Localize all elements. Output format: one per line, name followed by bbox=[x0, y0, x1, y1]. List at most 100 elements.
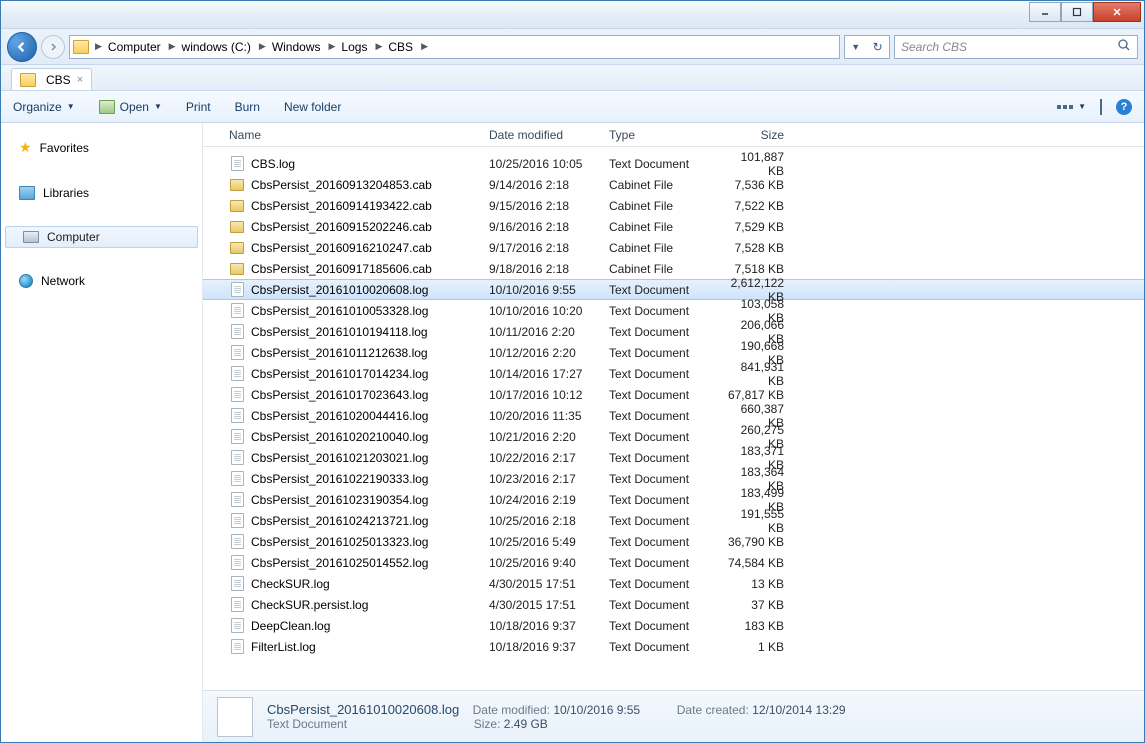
search-icon[interactable] bbox=[1117, 38, 1131, 55]
close-button[interactable] bbox=[1093, 2, 1141, 22]
file-list: CBS.log10/25/2016 10:05Text Document101,… bbox=[203, 147, 1144, 690]
file-date: 10/18/2016 9:37 bbox=[481, 640, 601, 654]
file-row[interactable]: CbsPersist_20161010194118.log10/11/2016 … bbox=[203, 321, 1144, 342]
help-button[interactable]: ? bbox=[1116, 99, 1132, 115]
file-row[interactable]: FilterList.log10/18/2016 9:37Text Docume… bbox=[203, 636, 1144, 657]
file-row[interactable]: CbsPersist_20161017023643.log10/17/2016 … bbox=[203, 384, 1144, 405]
file-size: 36,790 KB bbox=[717, 535, 792, 549]
titlebar[interactable] bbox=[1, 1, 1144, 29]
file-row[interactable]: CbsPersist_20161024213721.log10/25/2016 … bbox=[203, 510, 1144, 531]
file-row[interactable]: CbsPersist_20161022190333.log10/23/2016 … bbox=[203, 468, 1144, 489]
breadcrumb-segment[interactable]: windows (C:) bbox=[178, 36, 257, 58]
text-file-icon bbox=[229, 156, 245, 172]
nav-libraries[interactable]: Libraries bbox=[5, 182, 198, 204]
nav-favorites[interactable]: ★ Favorites bbox=[5, 135, 198, 160]
chevron-right-icon[interactable]: ▶ bbox=[93, 41, 104, 52]
file-row[interactable]: DeepClean.log10/18/2016 9:37Text Documen… bbox=[203, 615, 1144, 636]
file-thumbnail-icon bbox=[217, 697, 253, 737]
text-file-icon bbox=[229, 450, 245, 466]
refresh-icon[interactable]: ↻ bbox=[873, 40, 883, 54]
new-folder-button[interactable]: New folder bbox=[284, 100, 341, 114]
file-row[interactable]: CBS.log10/25/2016 10:05Text Document101,… bbox=[203, 153, 1144, 174]
nav-computer[interactable]: Computer bbox=[5, 226, 198, 248]
nav-forward-button[interactable] bbox=[41, 35, 65, 59]
file-row[interactable]: CbsPersist_20161010053328.log 10/10/2016 … bbox=[203, 300, 1144, 321]
text-file-icon bbox=[229, 387, 245, 403]
file-name: CbsPersist_20160914193422.cab bbox=[251, 199, 432, 213]
burn-button[interactable]: Burn bbox=[235, 100, 260, 114]
text-file-icon bbox=[229, 471, 245, 487]
breadcrumb-segment[interactable]: Computer bbox=[104, 36, 167, 58]
chevron-right-icon[interactable]: ▶ bbox=[419, 41, 430, 52]
breadcrumb-segment[interactable]: Logs bbox=[337, 36, 373, 58]
file-date: 4/30/2015 17:51 bbox=[481, 577, 601, 591]
file-row[interactable]: CbsPersist_20160914193422.cab9/15/2016 2… bbox=[203, 195, 1144, 216]
file-type: Text Document bbox=[601, 325, 717, 339]
file-name: CbsPersist_20161020210040.log bbox=[251, 430, 428, 444]
navigation-pane: ★ Favorites Libraries Computer bbox=[1, 123, 203, 742]
file-row[interactable]: CbsPersist_20161011212638.log10/12/2016 … bbox=[203, 342, 1144, 363]
file-type: Text Document bbox=[601, 388, 717, 402]
file-row[interactable]: CbsPersist_20160913204853.cab9/14/2016 2… bbox=[203, 174, 1144, 195]
preview-pane-button[interactable] bbox=[1100, 100, 1102, 114]
chevron-down-icon[interactable]: ▼ bbox=[851, 42, 860, 52]
close-tab-icon[interactable]: × bbox=[77, 74, 83, 86]
chevron-right-icon[interactable]: ▶ bbox=[257, 41, 268, 52]
nav-back-button[interactable] bbox=[7, 32, 37, 62]
views-button[interactable]: ▼ bbox=[1057, 102, 1086, 111]
file-row[interactable]: CbsPersist_20161025013323.log10/25/2016 … bbox=[203, 531, 1144, 552]
folder-icon bbox=[73, 40, 89, 54]
file-row[interactable]: CbsPersist_20160915202246.cab9/16/2016 2… bbox=[203, 216, 1144, 237]
file-row[interactable]: CheckSUR.persist.log4/30/2015 17:51Text … bbox=[203, 594, 1144, 615]
text-file-icon bbox=[229, 429, 245, 445]
maximize-button[interactable] bbox=[1061, 2, 1093, 22]
text-file-icon bbox=[229, 597, 245, 613]
libraries-icon bbox=[19, 186, 35, 200]
col-size[interactable]: Size bbox=[717, 128, 792, 142]
file-row[interactable]: CbsPersist_20161021203021.log10/22/2016 … bbox=[203, 447, 1144, 468]
breadcrumb[interactable]: ▶ Computer ▶ windows (C:) ▶ Windows ▶ Lo… bbox=[69, 35, 840, 59]
minimize-button[interactable] bbox=[1029, 2, 1061, 22]
tab-cbs[interactable]: CBS × bbox=[11, 68, 92, 90]
file-size: 37 KB bbox=[717, 598, 792, 612]
file-row[interactable]: CbsPersist_20161025014552.log10/25/2016 … bbox=[203, 552, 1144, 573]
file-date: 10/12/2016 2:20 bbox=[481, 346, 601, 360]
chevron-right-icon[interactable]: ▶ bbox=[327, 41, 338, 52]
file-date: 10/22/2016 2:17 bbox=[481, 451, 601, 465]
nav-network[interactable]: Network bbox=[5, 270, 198, 292]
file-row[interactable]: CheckSUR.log4/30/2015 17:51Text Document… bbox=[203, 573, 1144, 594]
file-date: 10/10/2016 10:20 bbox=[481, 304, 601, 318]
chevron-right-icon[interactable]: ▶ bbox=[373, 41, 384, 52]
search-input[interactable]: Search CBS bbox=[894, 35, 1138, 59]
file-row[interactable]: CbsPersist_20161023190354.log10/24/2016 … bbox=[203, 489, 1144, 510]
open-button[interactable]: Open ▼ bbox=[99, 100, 162, 114]
file-date: 10/25/2016 5:49 bbox=[481, 535, 601, 549]
file-row[interactable]: CbsPersist_20160917185606.cab9/18/2016 2… bbox=[203, 258, 1144, 279]
chevron-right-icon[interactable]: ▶ bbox=[167, 41, 178, 52]
organize-button[interactable]: Organize ▼ bbox=[13, 100, 75, 114]
file-type: Text Document bbox=[601, 556, 717, 570]
col-name[interactable]: Name bbox=[221, 128, 481, 142]
file-date: 9/17/2016 2:18 bbox=[481, 241, 601, 255]
file-row[interactable]: CbsPersist_20161010020608.log10/10/2016 … bbox=[203, 279, 1144, 300]
cabinet-file-icon bbox=[229, 198, 245, 214]
col-type[interactable]: Type bbox=[601, 128, 717, 142]
chevron-down-icon: ▼ bbox=[1078, 102, 1086, 111]
file-row[interactable]: CbsPersist_20161020044416.log10/20/2016 … bbox=[203, 405, 1144, 426]
file-name: CheckSUR.persist.log bbox=[251, 598, 368, 612]
file-type: Text Document bbox=[601, 304, 717, 318]
text-file-icon bbox=[229, 513, 245, 529]
file-type: Text Document bbox=[601, 409, 717, 423]
file-name: CbsPersist_20160915202246.cab bbox=[251, 220, 432, 234]
file-row[interactable]: CbsPersist_20161020210040.log10/21/2016 … bbox=[203, 426, 1144, 447]
print-button[interactable]: Print bbox=[186, 100, 211, 114]
col-date[interactable]: Date modified bbox=[481, 128, 601, 142]
file-name: CbsPersist_20161010053328.log bbox=[251, 304, 428, 318]
file-row[interactable]: CbsPersist_20161017014234.log10/14/2016 … bbox=[203, 363, 1144, 384]
file-name: FilterList.log bbox=[251, 640, 316, 654]
breadcrumb-segment[interactable]: Windows bbox=[268, 36, 327, 58]
file-date: 10/25/2016 2:18 bbox=[481, 514, 601, 528]
file-row[interactable]: CbsPersist_20160916210247.cab9/17/2016 2… bbox=[203, 237, 1144, 258]
file-type: Cabinet File bbox=[601, 220, 717, 234]
breadcrumb-segment[interactable]: CBS bbox=[384, 36, 419, 58]
